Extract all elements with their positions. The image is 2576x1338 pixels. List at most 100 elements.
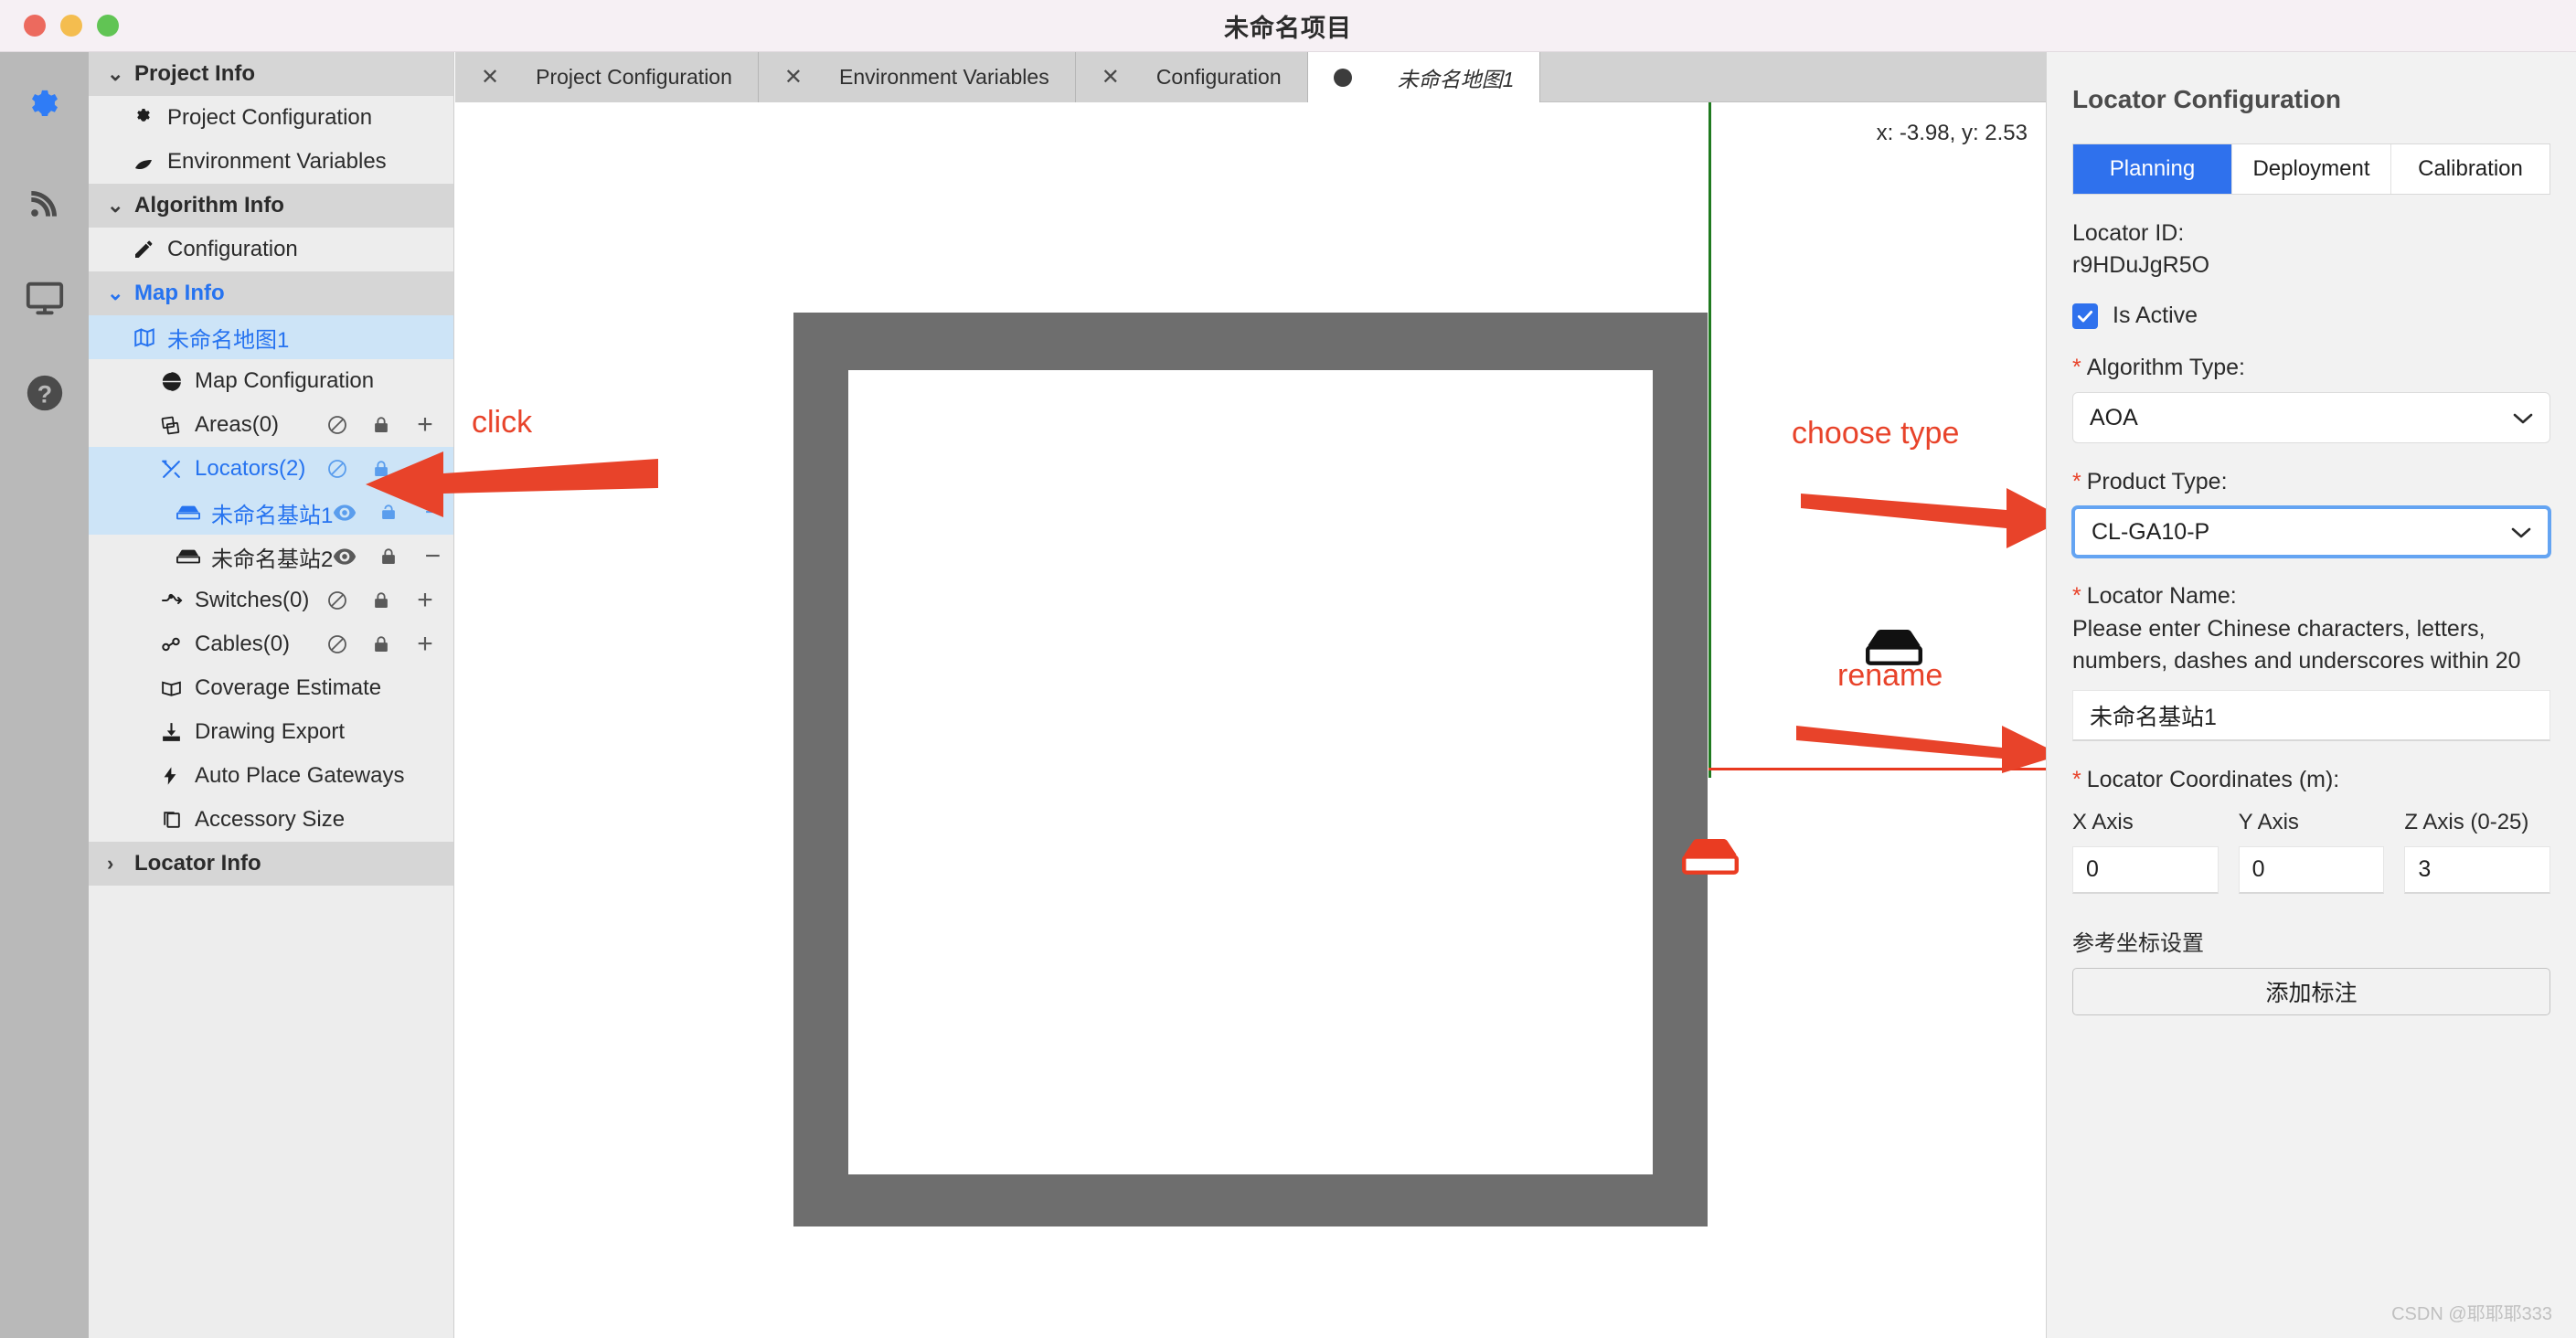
bolt-icon <box>160 764 195 788</box>
x-axis-input[interactable]: 0 <box>2072 846 2219 894</box>
tab-configuration[interactable]: ✕ Configuration <box>1075 52 1308 102</box>
algorithm-type-value: AOA <box>2090 404 2138 430</box>
map-inner-floor <box>848 370 1653 1174</box>
tree-group-algorithm-info[interactable]: ⌄ Algorithm Info <box>89 184 453 228</box>
tab-deployment[interactable]: Deployment <box>2232 144 2391 194</box>
sidebar-item-map[interactable]: 未命名地图1 <box>89 315 453 359</box>
block-icon[interactable] <box>325 589 349 612</box>
signal-icon[interactable] <box>16 175 73 231</box>
sidebar-item-accessory-size[interactable]: Accessory Size <box>89 798 453 842</box>
annotation-rename-arrow <box>1796 726 2061 773</box>
cable-icon <box>160 633 195 655</box>
copy-icon <box>160 809 195 832</box>
product-type-select[interactable]: CL-GA10-P <box>2072 506 2550 558</box>
tree-group-label: Algorithm Info <box>134 193 284 218</box>
add-annotation-button[interactable]: 添加标注 <box>2072 968 2550 1015</box>
annotation-choose-type-arrow <box>1801 488 2066 548</box>
row-actions: + <box>325 631 437 658</box>
required-asterisk: * <box>2072 767 2081 792</box>
locator-id-label: Locator ID: <box>2072 220 2185 246</box>
monitor-icon[interactable] <box>16 270 73 326</box>
is-active-label: Is Active <box>2113 303 2198 328</box>
block-icon[interactable] <box>325 413 349 437</box>
sidebar-item-auto-place-gateways[interactable]: Auto Place Gateways <box>89 754 453 798</box>
sidebar-item-label: 未命名基站1 <box>211 503 334 528</box>
block-icon[interactable] <box>325 632 349 656</box>
close-icon[interactable]: ✕ <box>481 64 499 90</box>
remove-icon[interactable]: − <box>420 543 444 570</box>
window-titlebar: 未命名项目 <box>0 0 2576 52</box>
chevron-down-icon: ⌄ <box>107 281 124 304</box>
product-type-value: CL-GA10-P <box>2092 518 2210 545</box>
row-actions: + <box>325 587 437 614</box>
locator-coordinates-label: * Locator Coordinates (m): <box>2072 767 2340 792</box>
tab-map[interactable]: 未命名地图1 <box>1307 52 1541 102</box>
y-axis-label: Y Axis <box>2238 810 2299 834</box>
tree-group-project-info[interactable]: ⌄ Project Info <box>89 52 453 96</box>
locator-name-input[interactable]: 未命名基站1 <box>2072 690 2550 741</box>
tab-planning[interactable]: Planning <box>2073 144 2232 194</box>
lock-icon[interactable] <box>369 413 393 437</box>
lock-icon[interactable] <box>369 632 393 656</box>
chevron-right-icon: › <box>107 852 114 875</box>
sidebar-item-label: Accessory Size <box>195 807 346 832</box>
locator-marker-red[interactable] <box>1682 835 1739 882</box>
chevron-down-icon: ⌄ <box>107 62 124 85</box>
tab-label: Environment Variables <box>839 65 1049 89</box>
add-icon[interactable]: + <box>413 587 437 614</box>
block-icon[interactable] <box>325 457 349 481</box>
y-axis-input[interactable]: 0 <box>2238 846 2385 894</box>
sidebar-item-coverage-estimate[interactable]: Coverage Estimate <box>89 666 453 710</box>
sidebar-item-switches[interactable]: Switches(0) + <box>89 579 453 622</box>
gear-icon[interactable] <box>16 80 73 136</box>
unsaved-dot-icon[interactable] <box>1333 68 1352 87</box>
sidebar-item-label: 未命名地图1 <box>167 327 290 353</box>
cursor-coordinates: x: -3.98, y: 2.53 <box>1876 121 2028 145</box>
z-axis-input[interactable]: 3 <box>2404 846 2551 894</box>
add-icon[interactable]: + <box>413 411 437 439</box>
x-axis-group: X Axis 0 <box>2072 810 2219 894</box>
sidebar-item-project-configuration[interactable]: Project Configuration <box>89 96 453 140</box>
sidebar-item-cables[interactable]: Cables(0) + <box>89 622 453 666</box>
tree-group-label: Locator Info <box>134 851 261 876</box>
sidebar-item-label: Switches(0) <box>195 588 310 612</box>
chevron-down-icon <box>2511 519 2531 546</box>
annotation-click-arrow <box>366 451 658 517</box>
tab-label: Configuration <box>1155 65 1282 89</box>
sidebar-item-label: Project Configuration <box>167 105 373 130</box>
tab-project-configuration[interactable]: ✕ Project Configuration <box>455 52 759 102</box>
tree-group-locator-info[interactable]: › Locator Info <box>89 842 453 886</box>
sidebar-item-map-configuration[interactable]: Map Configuration <box>89 359 453 403</box>
annotation-choose-type-label: choose type <box>1792 416 1960 451</box>
tab-environment-variables[interactable]: ✕ Environment Variables <box>758 52 1076 102</box>
eye-icon[interactable] <box>333 501 357 525</box>
algorithm-type-select[interactable]: AOA <box>2072 392 2550 443</box>
x-axis-label: X Axis <box>2072 810 2134 834</box>
sidebar-item-label: Locators(2) <box>195 456 306 481</box>
sidebar-item-label: Environment Variables <box>167 149 387 174</box>
y-axis-group: Y Axis 0 <box>2238 810 2385 894</box>
svg-text:?: ? <box>37 381 51 409</box>
lock-icon[interactable] <box>377 545 400 568</box>
sidebar-item-configuration[interactable]: Configuration <box>89 228 453 271</box>
download-icon <box>160 721 195 744</box>
annotation-click-label: click <box>472 405 533 440</box>
eye-icon[interactable] <box>333 545 357 568</box>
sidebar-item-locator-2[interactable]: 未命名基站2 − <box>89 535 453 579</box>
close-icon[interactable]: ✕ <box>784 64 803 90</box>
watermark: CSDN @耶耶耶333 <box>2391 1304 2552 1324</box>
tab-calibration[interactable]: Calibration <box>2391 144 2549 194</box>
sidebar-item-environment-variables[interactable]: Environment Variables <box>89 140 453 184</box>
map-outer-wall <box>793 313 1708 1226</box>
is-active-checkbox[interactable] <box>2072 303 2098 329</box>
tab-label: 未命名地图1 <box>1397 67 1515 91</box>
required-asterisk: * <box>2072 469 2081 494</box>
is-active-row[interactable]: Is Active <box>2072 303 2550 329</box>
lock-icon[interactable] <box>369 589 393 612</box>
sidebar-item-drawing-export[interactable]: Drawing Export <box>89 710 453 754</box>
editor-tabstrip: ✕ Project Configuration ✕ Environment Va… <box>455 52 2046 102</box>
help-icon[interactable]: ? <box>16 365 73 421</box>
tree-group-map-info[interactable]: ⌄ Map Info <box>89 271 453 315</box>
close-icon[interactable]: ✕ <box>1102 64 1120 90</box>
add-icon[interactable]: + <box>413 631 437 658</box>
